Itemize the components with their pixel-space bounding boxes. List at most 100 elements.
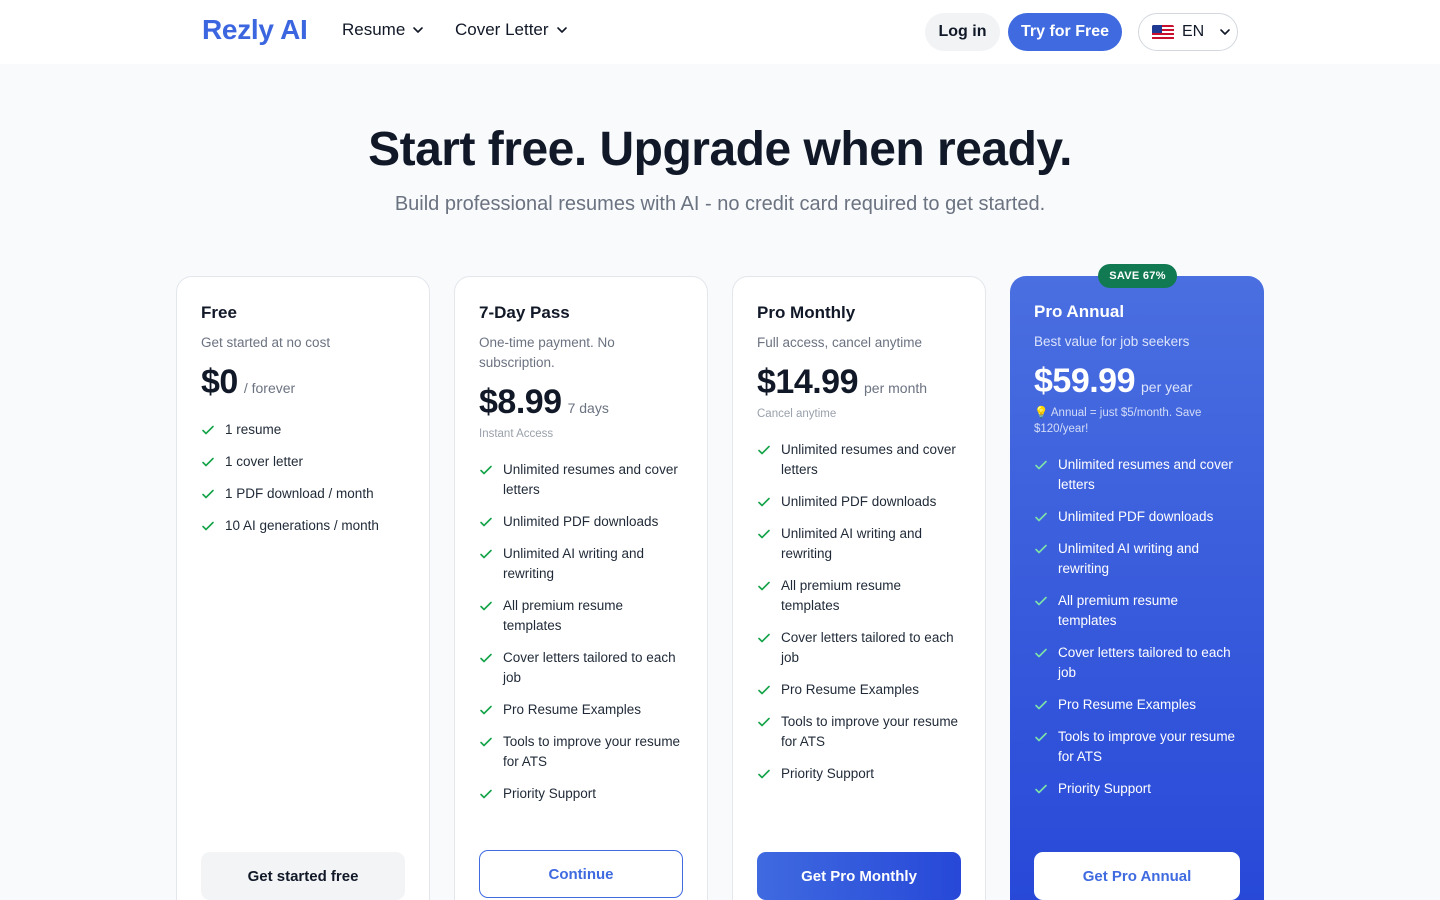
plan-price: $59.99: [1034, 362, 1136, 400]
nav-cover-letter-menu[interactable]: Cover Letter: [455, 20, 569, 40]
feature-list: 1 resume 1 cover letter 1 PDF download / m…: [201, 420, 405, 536]
feature-item: Unlimited AI writing and rewriting: [1034, 539, 1240, 579]
feature-item: Cover letters tailored to each job: [1034, 643, 1240, 683]
check-icon: [758, 581, 770, 591]
plan-name: Pro Monthly: [757, 303, 856, 322]
feature-item: Pro Resume Examples: [757, 680, 961, 700]
top-nav: Rezly AI Resume Cover Letter Log in Try …: [0, 0, 1440, 64]
nav-resume-label: Resume: [342, 20, 406, 39]
feature-text: All premium resume templates: [1058, 593, 1179, 628]
check-icon: [1035, 700, 1047, 710]
plan-card-free: Free Get started at no cost $0 / forever…: [176, 276, 430, 900]
feature-item: Tools to improve your resume for ATS: [1034, 727, 1240, 767]
try-for-free-button[interactable]: Try for Free: [1008, 13, 1122, 51]
feature-text: 1 PDF download / month: [225, 486, 374, 501]
feature-text: Cover letters tailored to each job: [781, 630, 954, 665]
feature-text: Unlimited AI writing and rewriting: [781, 526, 923, 561]
feature-item: Priority Support: [479, 784, 683, 804]
feature-item: All premium resume templates: [479, 596, 683, 636]
get-started-free-button[interactable]: Get started free: [201, 852, 405, 900]
check-icon: [480, 789, 492, 799]
feature-item: Tools to improve your resume for ATS: [757, 712, 961, 752]
price-note: 💡 Annual = just $5/month. Save $120/year…: [1034, 407, 1202, 435]
check-icon: [202, 425, 214, 435]
logo[interactable]: Rezly AI: [202, 14, 308, 46]
plan-description: Get started at no cost: [201, 335, 331, 350]
check-icon: [202, 457, 214, 467]
check-icon: [758, 445, 770, 455]
check-icon: [1035, 512, 1047, 522]
page-subtitle: Build professional resumes with AI - no …: [394, 193, 1046, 215]
feature-text: Unlimited PDF downloads: [503, 514, 659, 529]
plan-description: One-time payment. No subscription.: [479, 335, 615, 370]
feature-item: Priority Support: [757, 764, 961, 784]
price-row: $8.99 7 days: [479, 383, 683, 422]
check-icon: [1035, 648, 1047, 658]
save-badge: SAVE 67%: [1098, 264, 1177, 288]
check-icon: [1035, 784, 1047, 794]
nav-resume-menu[interactable]: Resume: [342, 20, 425, 40]
plan-description: Full access, cancel anytime: [757, 335, 923, 350]
feature-item: Unlimited AI writing and rewriting: [479, 544, 683, 584]
feature-item: Tools to improve your resume for ATS: [479, 732, 683, 772]
get-pro-monthly-button[interactable]: Get Pro Monthly: [757, 852, 961, 900]
feature-text: Cover letters tailored to each job: [1058, 645, 1231, 680]
feature-text: Pro Resume Examples: [503, 702, 642, 717]
feature-text: Unlimited AI writing and rewriting: [503, 546, 645, 581]
feature-text: Pro Resume Examples: [781, 682, 920, 697]
check-icon: [758, 529, 770, 539]
feature-item: Priority Support: [1034, 779, 1240, 799]
feature-item: Cover letters tailored to each job: [479, 648, 683, 688]
check-icon: [758, 633, 770, 643]
check-icon: [480, 653, 492, 663]
feature-item: Unlimited PDF downloads: [1034, 507, 1240, 527]
price-row: $0 / forever: [201, 363, 405, 402]
plan-period: per year: [1141, 379, 1193, 395]
feature-text: 10 AI generations / month: [225, 518, 379, 533]
feature-item: Unlimited PDF downloads: [757, 492, 961, 512]
check-icon: [480, 737, 492, 747]
feature-item: Unlimited PDF downloads: [479, 512, 683, 532]
feature-item: 1 cover letter: [201, 452, 405, 472]
feature-list: Unlimited resumes and cover letters Unlim…: [479, 460, 683, 804]
feature-list: Unlimited resumes and cover letters Unlim…: [757, 440, 961, 784]
plan-card-7-day-pass: 7-Day Pass One-time payment. No subscrip…: [454, 276, 708, 900]
feature-text: Unlimited PDF downloads: [1058, 509, 1214, 524]
check-icon: [480, 601, 492, 611]
us-flag-icon: [1152, 24, 1174, 40]
feature-text: Unlimited PDF downloads: [781, 494, 937, 509]
check-icon: [1035, 460, 1047, 470]
feature-text: Unlimited resumes and cover letters: [503, 462, 678, 497]
get-pro-annual-button[interactable]: Get Pro Annual: [1034, 852, 1240, 900]
check-icon: [1035, 596, 1047, 606]
price-note: Cancel anytime: [757, 408, 837, 420]
price-row: $14.99 per month: [757, 363, 961, 402]
feature-text: Priority Support: [1058, 781, 1152, 796]
check-icon: [1035, 732, 1047, 742]
feature-text: All premium resume templates: [781, 578, 902, 613]
feature-text: Unlimited resumes and cover letters: [1058, 457, 1233, 492]
nav-cover-letter-label: Cover Letter: [455, 20, 549, 39]
feature-item: Unlimited resumes and cover letters: [1034, 455, 1240, 495]
continue-button[interactable]: Continue: [479, 850, 683, 898]
feature-item: Unlimited AI writing and rewriting: [757, 524, 961, 564]
check-icon: [758, 685, 770, 695]
language-selector[interactable]: EN: [1138, 13, 1238, 51]
plan-name: Free: [201, 303, 237, 322]
feature-item: Pro Resume Examples: [1034, 695, 1240, 715]
check-icon: [480, 517, 492, 527]
feature-text: Tools to improve your resume for ATS: [781, 714, 959, 749]
plan-description: Best value for job seekers: [1034, 334, 1190, 349]
check-icon: [758, 717, 770, 727]
check-icon: [758, 497, 770, 507]
chevron-down-icon: [1220, 29, 1231, 35]
plan-name: 7-Day Pass: [479, 303, 570, 322]
check-icon: [480, 705, 492, 715]
plan-name: Pro Annual: [1034, 302, 1125, 321]
login-button[interactable]: Log in: [925, 13, 1000, 51]
plan-price: $8.99: [479, 383, 562, 421]
plan-price: $0: [201, 363, 238, 401]
check-icon: [202, 489, 214, 499]
price-note: Instant Access: [479, 428, 554, 440]
feature-item: Unlimited resumes and cover letters: [479, 460, 683, 500]
